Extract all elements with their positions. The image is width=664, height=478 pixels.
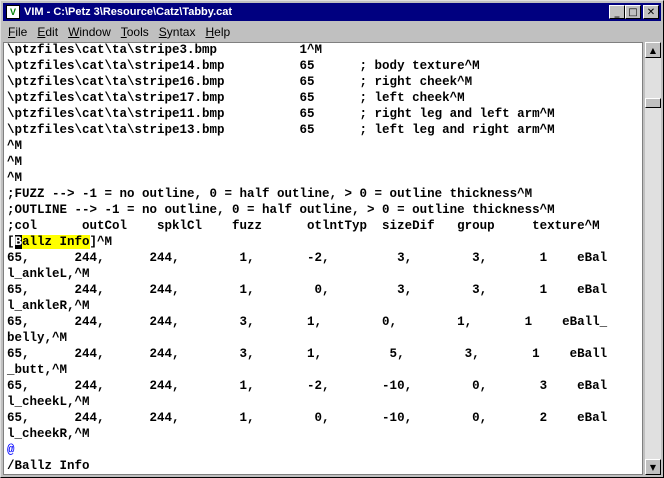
menu-syntax[interactable]: Syntax <box>154 25 201 39</box>
editor-line: \ptzfiles\cat\ta\stripe13.bmp 65 ; left … <box>7 123 555 137</box>
scroll-up-icon: ▲ <box>649 45 657 55</box>
editor-line: ;FUZZ --> -1 = no outline, 0 = half outl… <box>7 187 533 201</box>
minimize-button[interactable]: _ <box>609 5 625 19</box>
menu-window-label: indow <box>79 25 111 39</box>
title-bar[interactable]: V VIM - C:\Petz 3\Resource\Catz\Tabby.ca… <box>3 3 661 21</box>
scrollbar-thumb[interactable] <box>645 98 661 108</box>
close-icon: ✕ <box>646 6 656 18</box>
vim-app-icon[interactable]: V <box>6 5 20 19</box>
menu-window-mnemonic: W <box>68 25 80 39</box>
search-match-highlight: allz Info <box>22 235 90 249</box>
editor-line: ^M <box>7 139 23 153</box>
title-bar-buttons: _ □ ✕ <box>609 5 659 19</box>
section-close-bracket: ]^M <box>89 235 113 249</box>
maximize-icon: □ <box>628 6 638 18</box>
editor-line: 65, 244, 244, 1, -2, -10, 0, 3 eBal <box>7 379 608 393</box>
editor-line: ^M <box>7 171 23 185</box>
scroll-down-icon: ▼ <box>649 462 657 472</box>
menu-edit-label: dit <box>45 25 59 39</box>
menu-help[interactable]: Help <box>200 25 235 39</box>
menu-syntax-label: yntax <box>166 25 196 39</box>
editor-line: l_cheekL,^M <box>7 395 90 409</box>
menu-tools-label: ools <box>126 25 149 39</box>
window-title: VIM - C:\Petz 3\Resource\Catz\Tabby.cat <box>24 6 233 18</box>
menu-window[interactable]: Window <box>63 25 116 39</box>
minimize-icon: _ <box>614 6 620 18</box>
editor-line: \ptzfiles\cat\ta\stripe17.bmp 65 ; left … <box>7 91 465 105</box>
end-of-buffer-marker: @ <box>7 443 15 457</box>
vertical-scrollbar[interactable]: ▲ ▼ <box>645 42 661 475</box>
menu-syntax-mnemonic: S <box>158 25 167 39</box>
editor-line: 65, 244, 244, 3, 1, 5, 3, 1 eBall <box>7 347 608 361</box>
editor-line: \ptzfiles\cat\ta\stripe14.bmp 65 ; body … <box>7 59 480 73</box>
menu-edit[interactable]: Edit <box>32 25 63 39</box>
scroll-up-button[interactable]: ▲ <box>645 42 661 58</box>
editor-line: ;col outCol spklCl fuzz otlntTyp sizeDif… <box>7 219 600 233</box>
menu-bar: File Edit Window Tools Syntax Help <box>3 23 661 41</box>
menu-file[interactable]: File <box>3 25 32 39</box>
editor-line: \ptzfiles\cat\ta\stripe3.bmp 1^M <box>7 43 323 57</box>
editor-line: \ptzfiles\cat\ta\stripe16.bmp 65 ; right… <box>7 75 473 89</box>
editor-line: _butt,^M <box>7 363 68 377</box>
editor-line: ;OUTLINE --> -1 = no outline, 0 = half o… <box>7 203 555 217</box>
menu-tools[interactable]: Tools <box>116 25 154 39</box>
menu-help-mnemonic: H <box>205 25 215 39</box>
editor-line: 65, 244, 244, 1, 0, 3, 3, 1 eBal <box>7 283 608 297</box>
editor-line: 65, 244, 244, 1, 0, -10, 0, 2 eBal <box>7 411 608 425</box>
maximize-button[interactable]: □ <box>625 5 641 19</box>
close-button[interactable]: ✕ <box>643 5 659 19</box>
editor-line: 65, 244, 244, 1, -2, 3, 3, 1 eBal <box>7 251 608 265</box>
vim-window: V VIM - C:\Petz 3\Resource\Catz\Tabby.ca… <box>0 0 664 478</box>
editor-line: l_ankleL,^M <box>7 267 90 281</box>
text-editor[interactable]: \ptzfiles\cat\ta\stripe3.bmp 1^M \ptzfil… <box>3 42 643 475</box>
editor-line: ^M <box>7 155 23 169</box>
menu-help-label: elp <box>214 25 231 39</box>
editor-line: l_ankleR,^M <box>7 299 90 313</box>
menu-file-label: ile <box>15 25 28 39</box>
scroll-down-button[interactable]: ▼ <box>645 459 661 475</box>
editor-line: 65, 244, 244, 3, 1, 0, 1, 1 eBall_ <box>7 315 608 329</box>
editor-line: \ptzfiles\cat\ta\stripe11.bmp 65 ; right… <box>7 107 555 121</box>
editor-line: l_cheekR,^M <box>7 427 90 441</box>
section-open-bracket: [ <box>7 235 15 249</box>
command-line[interactable]: /Ballz Info <box>7 459 90 474</box>
section-header-line: [Ballz Info]^M <box>7 235 112 251</box>
text-cursor: B <box>14 235 23 249</box>
editor-line: belly,^M <box>7 331 68 345</box>
